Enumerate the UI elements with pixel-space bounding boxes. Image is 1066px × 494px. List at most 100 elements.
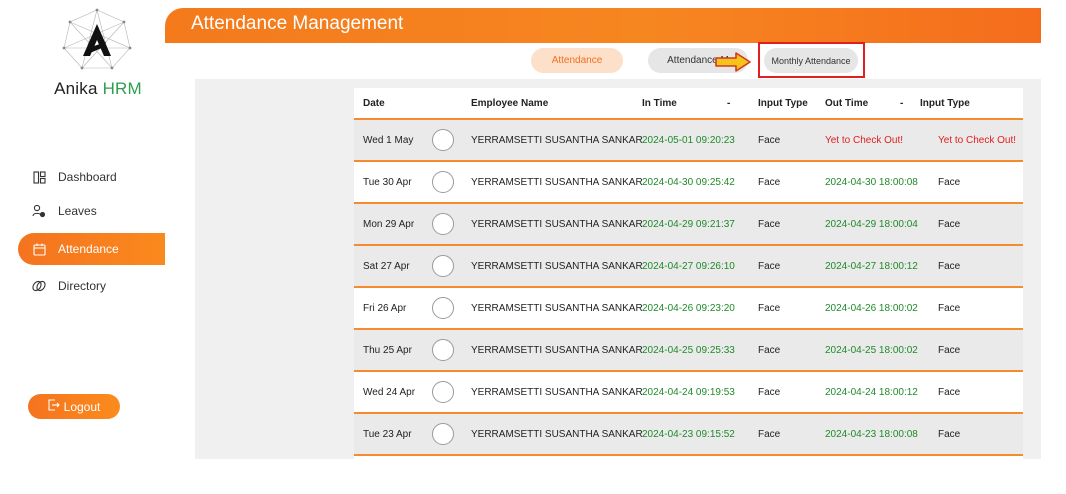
row-in-time: 2024-04-30 09:25:42	[642, 177, 735, 188]
directory-icon	[32, 279, 46, 293]
tab-attendance[interactable]: Attendance	[531, 48, 623, 73]
header-input-type-out[interactable]: Input Type	[920, 98, 970, 109]
row-out-type: Face	[938, 219, 961, 230]
row-date: Sat 27 Apr	[363, 261, 410, 272]
row-out-type: Face	[938, 429, 961, 440]
logout-button[interactable]: Logout	[28, 394, 120, 419]
avatar	[432, 339, 454, 361]
highlight-box	[758, 42, 865, 78]
table-row[interactable]: Fri 26 Apr YERRAMSETTI SUSANTHA SANKAR 2…	[354, 286, 1023, 328]
row-out-type: Face	[938, 345, 961, 356]
row-out-type: Face	[938, 303, 961, 314]
row-in-time: 2024-04-26 09:23:20	[642, 303, 735, 314]
row-out-time: 2024-04-30 18:00:08	[825, 177, 918, 188]
leaves-icon	[32, 204, 46, 218]
row-out-time: 2024-04-29 18:00:04	[825, 219, 918, 230]
logout-label: Logout	[63, 399, 101, 414]
row-date: Wed 1 May	[363, 135, 414, 146]
header-dash: -	[727, 98, 731, 109]
row-in-type: Face	[758, 345, 781, 356]
avatar	[432, 213, 454, 235]
table-row[interactable]: Wed 24 Apr YERRAMSETTI SUSANTHA SANKAR 2…	[354, 370, 1023, 412]
page-title: Attendance Management	[191, 13, 404, 34]
avatar	[432, 171, 454, 193]
row-in-time: 2024-05-01 09:20:23	[642, 135, 735, 146]
row-in-time: 2024-04-24 09:19:53	[642, 387, 735, 398]
sidebar-item-dashboard[interactable]: Dashboard	[18, 161, 183, 193]
row-out-time: 2024-04-26 18:00:02	[825, 303, 918, 314]
pointer-arrow-icon	[714, 52, 752, 72]
sidebar-item-label: Dashboard	[58, 170, 117, 184]
header-in-time[interactable]: In Time	[642, 98, 677, 109]
row-out-type: Face	[938, 261, 961, 272]
row-employee-name: YERRAMSETTI SUSANTHA SANKAR	[471, 219, 643, 230]
sidebar-item-leaves[interactable]: Leaves	[18, 195, 183, 227]
sidebar-item-label: Attendance	[58, 242, 119, 256]
row-in-time: 2024-04-23 09:15:52	[642, 429, 735, 440]
table-header: Date Employee Name In Time - Input Type …	[354, 88, 1023, 118]
avatar	[432, 381, 454, 403]
row-in-type: Face	[758, 135, 781, 146]
table-row[interactable]: Tue 23 Apr YERRAMSETTI SUSANTHA SANKAR 2…	[354, 412, 1023, 454]
company-logo	[58, 6, 136, 72]
header-dash: -	[900, 98, 904, 109]
row-out-time: 2024-04-27 18:00:12	[825, 261, 918, 272]
row-employee-name: YERRAMSETTI SUSANTHA SANKAR	[471, 345, 643, 356]
avatar	[432, 297, 454, 319]
row-employee-name: YERRAMSETTI SUSANTHA SANKAR	[471, 177, 643, 188]
header-input-type-in[interactable]: Input Type	[758, 98, 808, 109]
logout-icon	[48, 399, 60, 414]
app-root: Anika HRM Dashboard Leaves Attendance Di…	[0, 0, 1066, 494]
row-in-time: 2024-04-29 09:21:37	[642, 219, 735, 230]
row-date: Tue 30 Apr	[363, 177, 412, 188]
row-out-time: Yet to Check Out!	[825, 135, 904, 146]
table-row[interactable]: Tue 30 Apr YERRAMSETTI SUSANTHA SANKAR 2…	[354, 160, 1023, 202]
page-header: Attendance Management	[165, 8, 1041, 43]
header-out-time[interactable]: Out Time	[825, 98, 868, 109]
sidebar-item-label: Leaves	[58, 204, 97, 218]
row-out-type: Yet to Check Out!	[938, 135, 1017, 146]
brand-name-part1: Anika	[54, 79, 98, 98]
row-in-type: Face	[758, 387, 781, 398]
row-in-type: Face	[758, 219, 781, 230]
row-out-type: Face	[938, 177, 961, 188]
row-in-type: Face	[758, 177, 781, 188]
sidebar: Anika HRM Dashboard Leaves Attendance Di…	[0, 0, 183, 460]
row-date: Thu 25 Apr	[363, 345, 412, 356]
attendance-table: Date Employee Name In Time - Input Type …	[354, 88, 1023, 459]
table-row[interactable]: Thu 25 Apr YERRAMSETTI SUSANTHA SANKAR 2…	[354, 328, 1023, 370]
row-employee-name: YERRAMSETTI SUSANTHA SANKAR	[471, 387, 643, 398]
row-date: Fri 26 Apr	[363, 303, 407, 314]
brand-name-part2: HRM	[102, 79, 142, 98]
row-in-time: 2024-04-25 09:25:33	[642, 345, 735, 356]
dashboard-icon	[32, 170, 46, 184]
row-employee-name: YERRAMSETTI SUSANTHA SANKAR	[471, 135, 643, 146]
table-row[interactable]: Sat 27 Apr YERRAMSETTI SUSANTHA SANKAR 2…	[354, 244, 1023, 286]
header-employee-name[interactable]: Employee Name	[471, 98, 548, 109]
row-out-time: 2024-04-25 18:00:02	[825, 345, 918, 356]
header-date[interactable]: Date	[363, 98, 385, 109]
table-row[interactable]	[354, 454, 1023, 459]
row-out-time: 2024-04-23 18:00:08	[825, 429, 918, 440]
row-in-type: Face	[758, 429, 781, 440]
row-in-type: Face	[758, 303, 781, 314]
avatar	[432, 255, 454, 277]
row-out-time: 2024-04-24 18:00:12	[825, 387, 918, 398]
sidebar-item-label: Directory	[58, 279, 107, 293]
row-in-time: 2024-04-27 09:26:10	[642, 261, 735, 272]
sidebar-item-directory[interactable]: Directory	[18, 270, 183, 302]
row-date: Mon 29 Apr	[363, 219, 415, 230]
row-employee-name: YERRAMSETTI SUSANTHA SANKAR	[471, 261, 643, 272]
row-in-type: Face	[758, 261, 781, 272]
avatar	[432, 423, 454, 445]
table-row[interactable]: Mon 29 Apr YERRAMSETTI SUSANTHA SANKAR 2…	[354, 202, 1023, 244]
calendar-icon	[32, 242, 46, 256]
row-date: Tue 23 Apr	[363, 429, 412, 440]
sidebar-item-attendance[interactable]: Attendance	[18, 233, 183, 265]
table-row[interactable]: Wed 1 May YERRAMSETTI SUSANTHA SANKAR 20…	[354, 118, 1023, 160]
avatar	[432, 129, 454, 151]
row-date: Wed 24 Apr	[363, 387, 416, 398]
content-corner	[165, 43, 195, 459]
row-out-type: Face	[938, 387, 961, 398]
row-employee-name: YERRAMSETTI SUSANTHA SANKAR	[471, 429, 643, 440]
